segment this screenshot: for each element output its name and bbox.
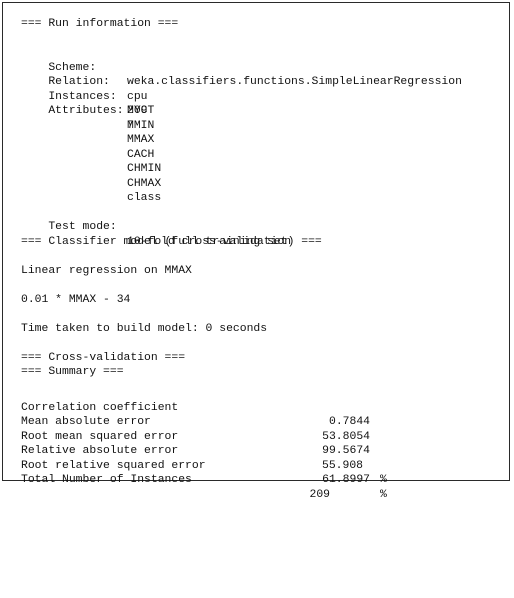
attribute-item: MMIN bbox=[127, 119, 155, 132]
model-equation: 0.01 * MMAX - 34 bbox=[21, 293, 131, 306]
summary-value: 209 bbox=[309, 488, 330, 501]
summary-header: === Summary === bbox=[21, 366, 124, 378]
summary-row: Mean absolute error 53.8054 bbox=[3, 401, 509, 443]
summary-row: Total Number of Instances 209 bbox=[3, 459, 509, 501]
attribute-item: CHMAX bbox=[127, 177, 162, 190]
attribute-item: MYCT bbox=[127, 105, 155, 117]
output-panel: === Run information === Scheme: weka.cla… bbox=[2, 2, 510, 501]
test-mode-label: Test mode: bbox=[48, 221, 117, 233]
summary-label: Total Number of Instances bbox=[21, 474, 192, 486]
attribute-item: CACH bbox=[127, 148, 155, 161]
attribute-item: CHMIN bbox=[127, 163, 162, 175]
summary-row: Root relative squared error 61.8997 % bbox=[3, 444, 509, 501]
attribute-item: MMAX bbox=[127, 134, 155, 146]
summary-unit: % bbox=[380, 488, 387, 501]
test-mode-row: Test mode: 10-fold cross-validation bbox=[21, 206, 291, 248]
relation-value: cpu bbox=[127, 90, 148, 103]
summary-table: Correlation coefficient 0.7844 Mean abso… bbox=[3, 402, 509, 569]
time-taken: Time taken to build model: 0 seconds bbox=[21, 322, 268, 335]
model-title: Linear regression on MMAX bbox=[21, 264, 192, 277]
run-info-header: === Run information === bbox=[21, 18, 179, 30]
summary-row: Relative absolute error 55.908 % bbox=[3, 430, 509, 486]
attributes-row: Attributes: 7 bbox=[21, 90, 134, 132]
cv-header: === Cross-validation === bbox=[21, 351, 186, 364]
relation-row: Relation: cpu bbox=[21, 61, 147, 103]
attributes-label: Attributes: bbox=[48, 105, 124, 117]
scheme-value: weka.classifiers.functions.SimpleLinearR… bbox=[127, 76, 462, 88]
scheme-row: Scheme: weka.classifiers.functions.Simpl… bbox=[21, 46, 462, 89]
instances-row: Instances: 209 bbox=[21, 75, 147, 118]
summary-unit: % bbox=[380, 474, 387, 486]
summary-value: 61.8997 bbox=[322, 474, 370, 486]
summary-row: Correlation coefficient 0.7844 bbox=[3, 386, 509, 429]
attribute-item: class bbox=[127, 192, 162, 204]
classifier-header: === Classifier model (full training set)… bbox=[21, 235, 322, 248]
summary-row: Root mean squared error 99.5674 bbox=[3, 415, 509, 458]
